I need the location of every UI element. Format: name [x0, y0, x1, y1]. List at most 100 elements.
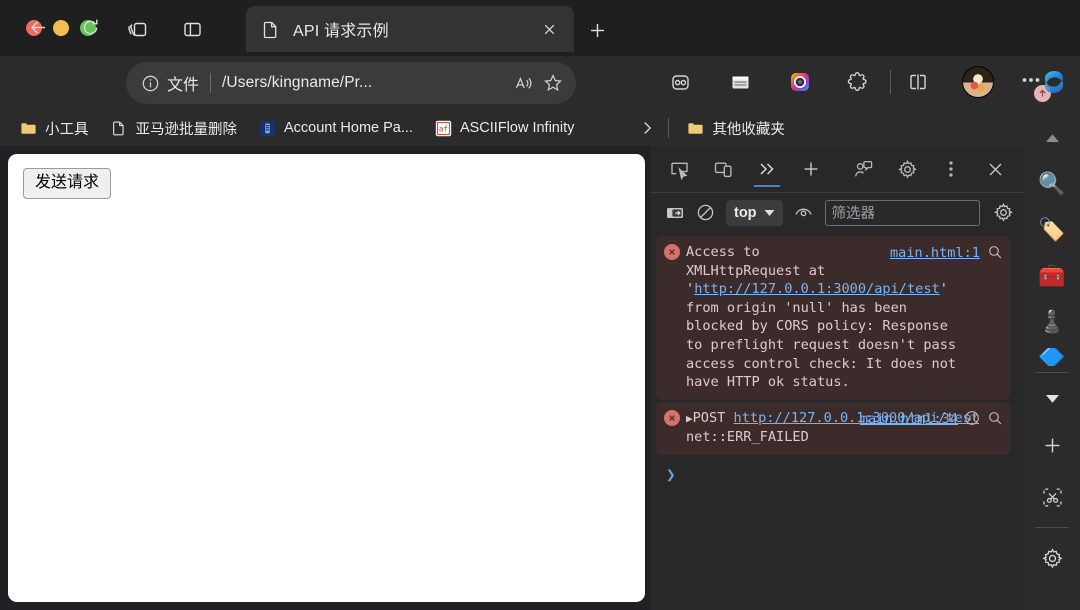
drop-icon: 🔷	[1038, 348, 1066, 366]
devtools-settings-icon[interactable]	[888, 150, 926, 188]
bookmark-label: ASCIIFlow Infinity	[459, 120, 575, 136]
browser-tab[interactable]: API 请求示例	[246, 6, 574, 52]
toolbar-divider	[890, 70, 891, 94]
collections-icon[interactable]	[660, 62, 700, 102]
favorite-star-icon[interactable]	[538, 68, 568, 98]
add-panel-icon[interactable]	[792, 150, 830, 188]
other-favorites-label: 其他收藏夹	[712, 121, 785, 138]
bookmark-item-1[interactable]: 亚马逊批量删除	[103, 115, 246, 141]
url-text[interactable]: /Users/kingname/Pr...	[222, 74, 508, 92]
bookmarks-overflow-button[interactable]	[636, 117, 658, 139]
sidebar-item-drop[interactable]: 🔷	[1032, 348, 1072, 366]
copilot-icon[interactable]	[1034, 62, 1074, 102]
console-settings-icon[interactable]	[988, 199, 1018, 227]
devtools-toolbar	[650, 146, 1024, 192]
info-icon[interactable]	[138, 71, 162, 95]
profile-avatar[interactable]	[958, 62, 998, 102]
tab-title: API 请求示例	[293, 23, 389, 40]
console-filter-input[interactable]: 筛选器	[824, 199, 980, 226]
send-request-button[interactable]: 发送请求	[23, 168, 112, 199]
console-filter-bar: top 筛选器	[650, 192, 1024, 232]
inspect-element-icon[interactable]	[660, 150, 698, 188]
console-prompt[interactable]: ❯	[650, 457, 1024, 484]
chess-icon: ♟️	[1038, 309, 1066, 334]
edge-sidebar: 🔍 🏷️ 🧰 ♟️ 🔷	[1024, 110, 1080, 610]
browser-essentials-icon[interactable]	[780, 62, 820, 102]
console-prompt-chevron-icon: ❯	[666, 464, 676, 484]
clear-console-icon[interactable]	[690, 199, 720, 227]
live-expression-icon[interactable]	[789, 199, 819, 227]
close-devtools-icon[interactable]	[976, 150, 1014, 188]
bookmark-label: 小工具	[45, 121, 89, 138]
request-url-link[interactable]: http://127.0.0.1:3000/api/test	[694, 281, 940, 297]
back-button[interactable]	[22, 11, 54, 43]
device-toolbar-icon[interactable]	[704, 150, 742, 188]
bookmark-item-3[interactable]: af ASCIIFlow Infinity	[427, 115, 582, 141]
console-filter-placeholder: 筛选器	[831, 206, 876, 222]
bookmark-item-0[interactable]: 小工具	[12, 115, 97, 141]
sidebar-item-tools[interactable]: 🧰	[1032, 256, 1072, 296]
address-bar[interactable]: 文件 /Users/kingname/Pr...	[126, 62, 576, 104]
issues-icon[interactable]	[844, 150, 882, 188]
folder-icon	[687, 120, 704, 137]
sidebar-item-search[interactable]: 🔍	[1032, 164, 1072, 204]
devtools-panel: top 筛选器 main.html:1 Access to XMLHttpReq…	[650, 146, 1024, 610]
console-network-error-message[interactable]: main.html:34 ▶POST http://127.0.0.1:3000…	[656, 401, 1010, 455]
open-in-network-panel-icon[interactable]	[964, 410, 980, 426]
title-bar: API 请求示例	[0, 0, 1080, 56]
sidebar-divider	[1035, 372, 1069, 373]
console-message-list[interactable]: main.html:1 Access to XMLHttpRequest at …	[650, 232, 1024, 610]
console-error-text: Access to XMLHttpRequest at 'http://127.…	[686, 244, 956, 390]
sidebar-item-games[interactable]: ♟️	[1032, 302, 1072, 342]
svg-text:af: af	[439, 124, 448, 133]
avatar	[962, 66, 994, 98]
chevron-down-icon	[764, 209, 774, 216]
console-sidebar-toggle-icon[interactable]	[660, 199, 690, 227]
sidebar-settings-button[interactable]	[1032, 538, 1072, 578]
new-tab-button[interactable]	[583, 16, 611, 44]
shopping-tag-icon: 🏷️	[1038, 217, 1066, 242]
close-tab-button[interactable]	[536, 16, 562, 42]
page-content: 发送请求	[8, 154, 645, 602]
console-error-message[interactable]: main.html:1 Access to XMLHttpRequest at …	[656, 236, 1010, 400]
devtools-toolbar-right	[844, 150, 1020, 188]
error-icon	[664, 244, 680, 260]
console-context-label: top	[734, 204, 757, 221]
sidebar-add-button[interactable]	[1032, 425, 1072, 465]
search-in-page-icon[interactable]	[987, 244, 1003, 260]
error-icon	[664, 409, 680, 426]
sidebar-screenshot-button[interactable]	[1032, 477, 1072, 517]
extensions-icon[interactable]	[838, 62, 878, 102]
asciiflow-icon: af	[435, 120, 452, 137]
other-favorites-button[interactable]: 其他收藏夹	[679, 115, 793, 141]
devtools-more-menu-icon[interactable]	[932, 150, 970, 188]
omnibox-divider	[210, 73, 212, 93]
console-source-link[interactable]: main.html:34	[860, 410, 958, 429]
reload-button[interactable]	[74, 11, 106, 43]
minimize-window-button[interactable]	[53, 20, 69, 36]
more-panels-icon[interactable]	[748, 150, 786, 188]
error-suffix-text: ' from origin 'null' has been blocked by…	[686, 281, 957, 391]
reading-list-icon[interactable]	[720, 62, 760, 102]
browser-window: API 请求示例 文件 /Users/kingname/Pr... 小工具 亚马…	[0, 0, 1080, 610]
console-context-selector[interactable]: top	[726, 199, 783, 226]
http-method-text: POST	[692, 409, 734, 426]
split-screen-icon[interactable]	[898, 62, 938, 102]
search-in-page-icon[interactable]	[987, 410, 1003, 426]
folder-icon	[20, 120, 37, 137]
url-scheme-label: 文件	[167, 77, 200, 94]
bookmark-label: 亚马逊批量删除	[135, 121, 238, 138]
bookmarks-bar: 小工具 亚马逊批量删除 Account Home Pa... af ASCIIF…	[0, 110, 1080, 146]
page-icon	[111, 120, 128, 137]
read-aloud-icon[interactable]	[508, 68, 538, 98]
expand-caret-icon[interactable]: ▶	[686, 412, 693, 425]
console-source-link[interactable]: main.html:1	[890, 244, 980, 263]
sidebar-toggle-icon[interactable]	[177, 14, 207, 44]
bookmark-label: Account Home Pa...	[284, 120, 413, 136]
sidebar-scroll-up-button[interactable]	[1032, 118, 1072, 158]
sidebar-scroll-down-button[interactable]	[1032, 379, 1072, 419]
tab-groups-icon[interactable]	[123, 14, 153, 44]
sidebar-item-shopping[interactable]: 🏷️	[1032, 210, 1072, 250]
search-icon: 🔍	[1038, 171, 1066, 196]
bookmark-item-2[interactable]: Account Home Pa...	[251, 115, 421, 141]
